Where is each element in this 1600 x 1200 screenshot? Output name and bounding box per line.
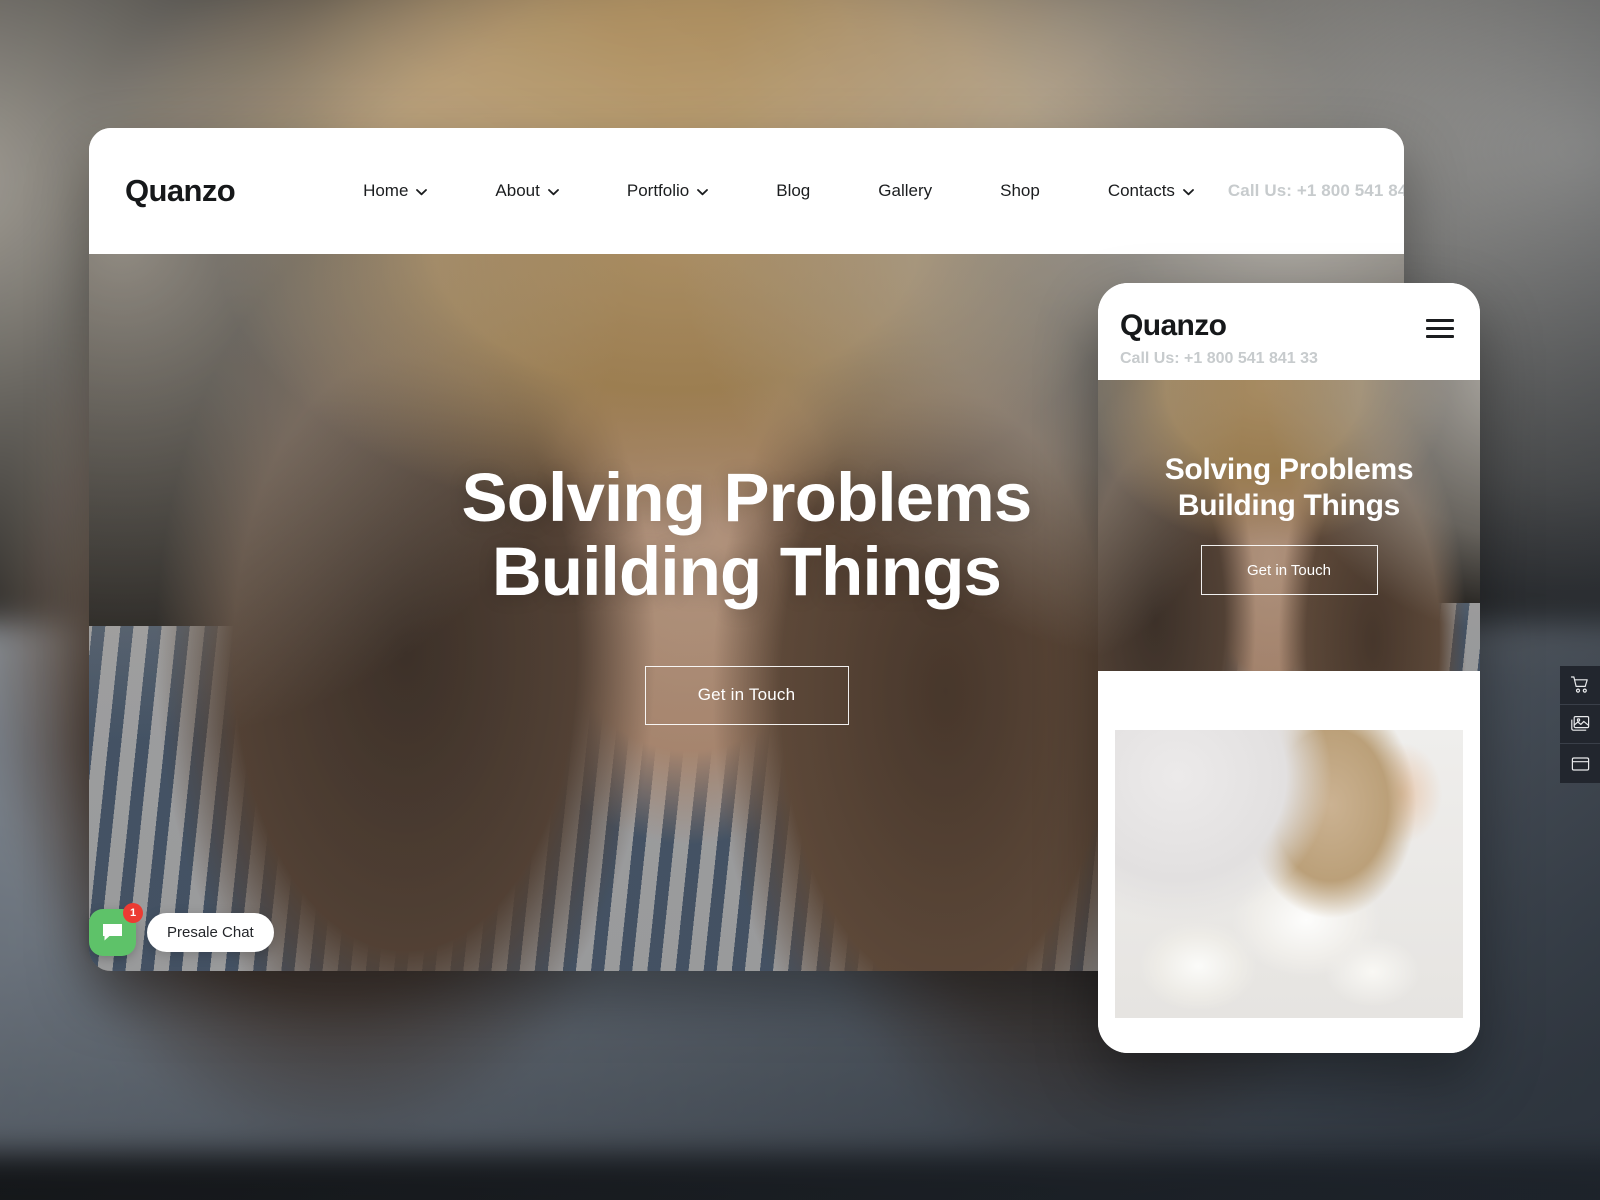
nav-item-shop[interactable]: Shop: [966, 181, 1074, 201]
hamburger-line: [1426, 319, 1454, 322]
mobile-content-section: [1098, 671, 1480, 1053]
nav-item-about[interactable]: About: [461, 181, 592, 201]
nav-item-contacts[interactable]: Contacts: [1074, 181, 1228, 201]
chevron-down-icon: [697, 188, 709, 196]
shopping-cart-button[interactable]: [1560, 666, 1600, 705]
mobile-phone-mockup: Quanzo Call Us: +1 800 541 841 33 Solvin…: [1098, 283, 1480, 1053]
nav-item-blog[interactable]: Blog: [742, 181, 844, 201]
hero-title-line-1: Solving Problems: [461, 459, 1033, 536]
mobile-hero-title: Solving Problems Building Things: [1165, 452, 1414, 524]
main-navigation: Home About Portfolio Blog Gallery Shop C…: [329, 181, 1228, 201]
hero-title-line-2: Building Things: [491, 532, 1002, 610]
nav-item-portfolio[interactable]: Portfolio: [593, 181, 742, 201]
mobile-hero-section: Solving Problems Building Things Get in …: [1098, 380, 1480, 671]
hamburger-menu-icon[interactable]: [1426, 319, 1454, 338]
browser-window-button[interactable]: [1560, 744, 1600, 783]
hamburger-line: [1426, 327, 1454, 330]
hamburger-line: [1426, 335, 1454, 338]
nav-label: About: [495, 181, 540, 200]
desktop-navbar: Quanzo Home About Portfolio Blog Gallery…: [89, 128, 1404, 254]
chat-bubble-icon: [103, 924, 122, 941]
browser-window-icon: [1571, 756, 1589, 771]
chat-unread-badge: 1: [123, 903, 143, 923]
mobile-get-in-touch-button[interactable]: Get in Touch: [1200, 545, 1378, 595]
nav-label: Shop: [1000, 181, 1040, 200]
nav-label: Portfolio: [626, 181, 690, 200]
nav-label: Blog: [776, 181, 811, 200]
nav-item-home[interactable]: Home: [329, 181, 461, 201]
mobile-hero-title-line-2: Building Things: [1177, 489, 1401, 522]
chat-bubble-button[interactable]: 1: [89, 903, 143, 956]
mobile-featured-image: [1115, 730, 1463, 1018]
get-in-touch-button[interactable]: Get in Touch: [644, 665, 849, 725]
site-logo[interactable]: Quanzo: [125, 173, 236, 209]
gallery-button[interactable]: [1560, 705, 1600, 744]
header-phone-number[interactable]: Call Us: +1 800 541 841 33: [1228, 181, 1404, 201]
mobile-header: Quanzo Call Us: +1 800 541 841 33: [1098, 283, 1480, 380]
mobile-hero-content: Solving Problems Building Things Get in …: [1098, 380, 1480, 671]
mobile-site-logo[interactable]: Quanzo: [1120, 309, 1458, 343]
presale-chat-widget: 1 Presale Chat: [89, 903, 274, 956]
gallery-image-icon: [1570, 715, 1589, 731]
nav-item-gallery[interactable]: Gallery: [844, 181, 966, 201]
hero-title: Solving Problems Building Things: [461, 459, 1033, 610]
mobile-hero-title-line-1: Solving Problems: [1164, 453, 1414, 486]
nav-label: Contacts: [1107, 181, 1175, 200]
mobile-phone-number[interactable]: Call Us: +1 800 541 841 33: [1120, 350, 1458, 368]
chevron-down-icon: [1183, 188, 1194, 196]
presale-chat-label[interactable]: Presale Chat: [147, 913, 274, 952]
nav-label: Gallery: [878, 181, 933, 200]
chevron-down-icon: [416, 188, 428, 196]
chevron-down-icon: [547, 188, 559, 196]
floating-icon-toolbar: [1560, 666, 1600, 783]
shopping-cart-icon: [1570, 676, 1588, 693]
nav-label: Home: [363, 181, 409, 200]
